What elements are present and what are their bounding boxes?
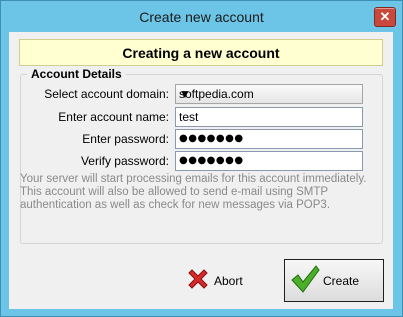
domain-select[interactable]: softpedia.com ▼ (175, 84, 363, 104)
account-name-label: Enter account name: (58, 110, 169, 124)
red-x-icon (188, 269, 208, 289)
password-input[interactable]: ●●●●●●● (175, 129, 363, 149)
verify-password-label: Verify password: (80, 154, 169, 168)
green-check-icon (291, 265, 320, 293)
password-value: ●●●●●●● (179, 133, 244, 144)
description-text: Your server will start processing emails… (20, 173, 367, 211)
chevron-down-icon: ▼ (179, 87, 191, 101)
close-icon: ✕ (379, 9, 391, 24)
header-banner: Creating a new account (19, 39, 383, 66)
close-button[interactable]: ✕ (374, 7, 396, 27)
dialog-body: Creating a new account Account Details S… (9, 32, 393, 309)
dialog-window: Create new account ✕ Creating a new acco… (0, 0, 403, 317)
create-label: Create (323, 274, 360, 288)
window-title: Create new account (139, 9, 264, 25)
account-name-input[interactable]: test (175, 107, 363, 127)
abort-button[interactable]: Abort (182, 261, 258, 299)
create-button[interactable]: Create (284, 259, 384, 302)
verify-password-value: ●●●●●●● (179, 155, 244, 166)
abort-label: Abort (214, 274, 243, 288)
title-bar[interactable]: Create new account ✕ (1, 1, 402, 31)
account-details-group: Account Details Select account domain: s… (20, 67, 383, 244)
password-label: Enter password: (82, 132, 169, 146)
account-name-value: test (179, 110, 199, 124)
domain-label: Select account domain: (44, 87, 169, 101)
verify-password-input[interactable]: ●●●●●●● (175, 151, 363, 171)
banner-title: Creating a new account (122, 45, 280, 61)
group-title: Account Details (27, 67, 126, 81)
